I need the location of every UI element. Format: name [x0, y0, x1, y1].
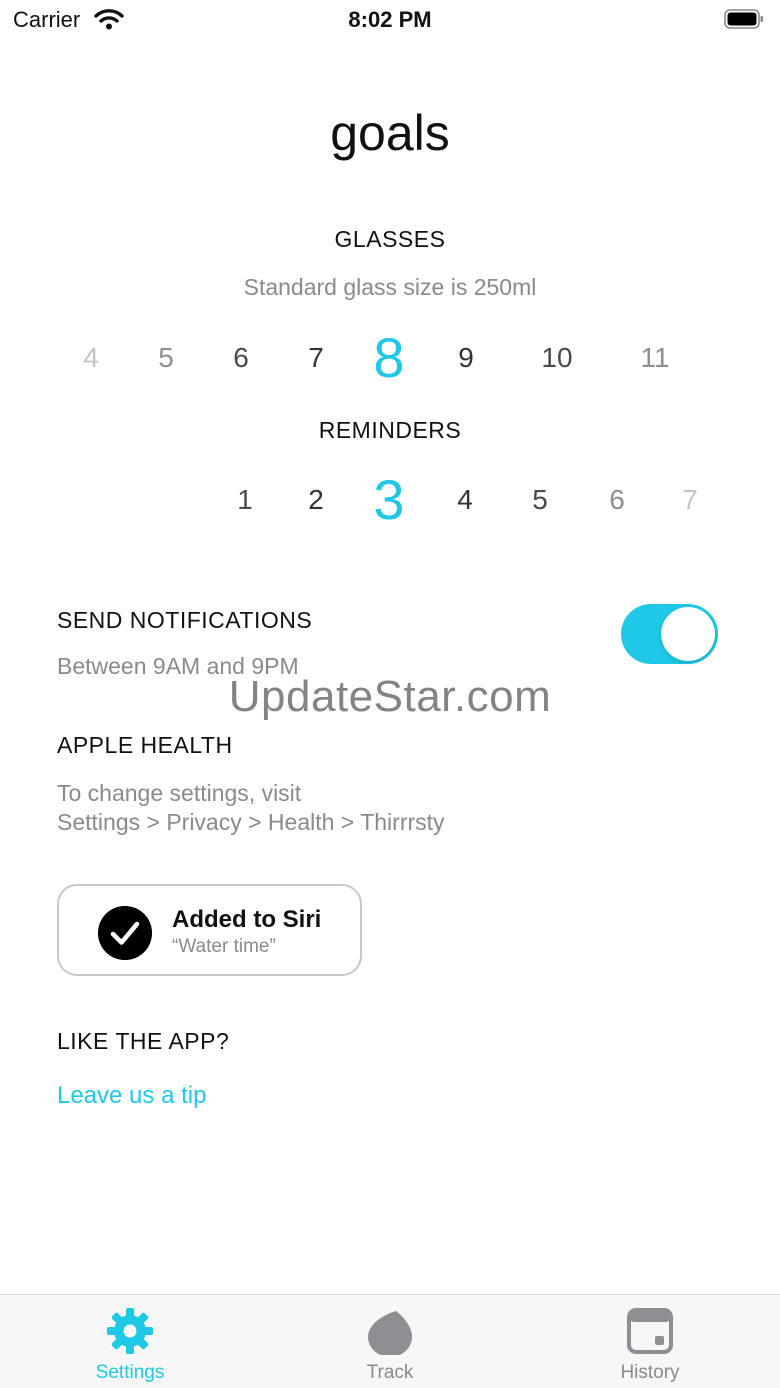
glasses-option-11[interactable]: 11 — [625, 342, 685, 374]
status-bar: Carrier 8:02 PM — [0, 0, 780, 40]
tab-settings[interactable]: Settings — [30, 1295, 230, 1388]
page-title: goals — [330, 105, 450, 161]
apple-health-line1: To change settings, visit — [57, 780, 302, 806]
tab-history-label: History — [620, 1362, 680, 1383]
gear-icon — [107, 1308, 153, 1354]
tab-track[interactable]: Track — [290, 1295, 490, 1388]
battery-icon — [724, 9, 763, 29]
reminders-option-7[interactable]: 7 — [660, 484, 720, 516]
apple-health-line2: Settings > Privacy > Health > Thirrrsty — [57, 809, 445, 835]
clock: 8:02 PM — [348, 7, 432, 32]
checkmark-icon — [98, 906, 152, 960]
glasses-option-4[interactable]: 4 — [61, 342, 121, 374]
reminders-heading: REMINDERS — [318, 417, 462, 443]
reminders-option-1[interactable]: 1 — [215, 484, 275, 516]
notifications-label: SEND NOTIFICATIONS — [57, 607, 313, 633]
siri-phrase: “Water time” — [172, 936, 276, 957]
glasses-option-6[interactable]: 6 — [211, 342, 271, 374]
reminders-option-2[interactable]: 2 — [286, 484, 346, 516]
glasses-option-10[interactable]: 10 — [527, 342, 587, 374]
glasses-option-8[interactable]: 8 — [359, 325, 419, 390]
reminders-option-4[interactable]: 4 — [435, 484, 495, 516]
notifications-toggle[interactable] — [621, 604, 718, 664]
glasses-option-9[interactable]: 9 — [436, 342, 496, 374]
siri-title: Added to Siri — [172, 906, 322, 933]
calendar-icon — [627, 1308, 673, 1354]
reminders-option-6[interactable]: 6 — [587, 484, 647, 516]
watermark: UpdateStar.com — [228, 672, 552, 721]
glasses-subtitle: Standard glass size is 250ml — [243, 274, 537, 300]
tab-bar: Settings Track History — [0, 1294, 780, 1388]
toggle-knob — [661, 607, 715, 661]
leave-tip-link[interactable]: Leave us a tip — [57, 1082, 206, 1110]
reminders-option-3[interactable]: 3 — [359, 467, 419, 532]
glasses-heading: GLASSES — [334, 226, 446, 252]
added-to-siri-button[interactable]: Added to Siri “Water time” — [57, 884, 362, 976]
reminders-option-5[interactable]: 5 — [510, 484, 570, 516]
drop-icon — [368, 1311, 412, 1355]
glasses-option-7[interactable]: 7 — [286, 342, 346, 374]
apple-health-label: APPLE HEALTH — [57, 732, 233, 758]
tab-history[interactable]: History — [550, 1295, 750, 1388]
glasses-option-5[interactable]: 5 — [136, 342, 196, 374]
tab-track-label: Track — [366, 1362, 414, 1383]
like-app-label: LIKE THE APP? — [57, 1028, 230, 1054]
tab-settings-label: Settings — [95, 1362, 165, 1383]
